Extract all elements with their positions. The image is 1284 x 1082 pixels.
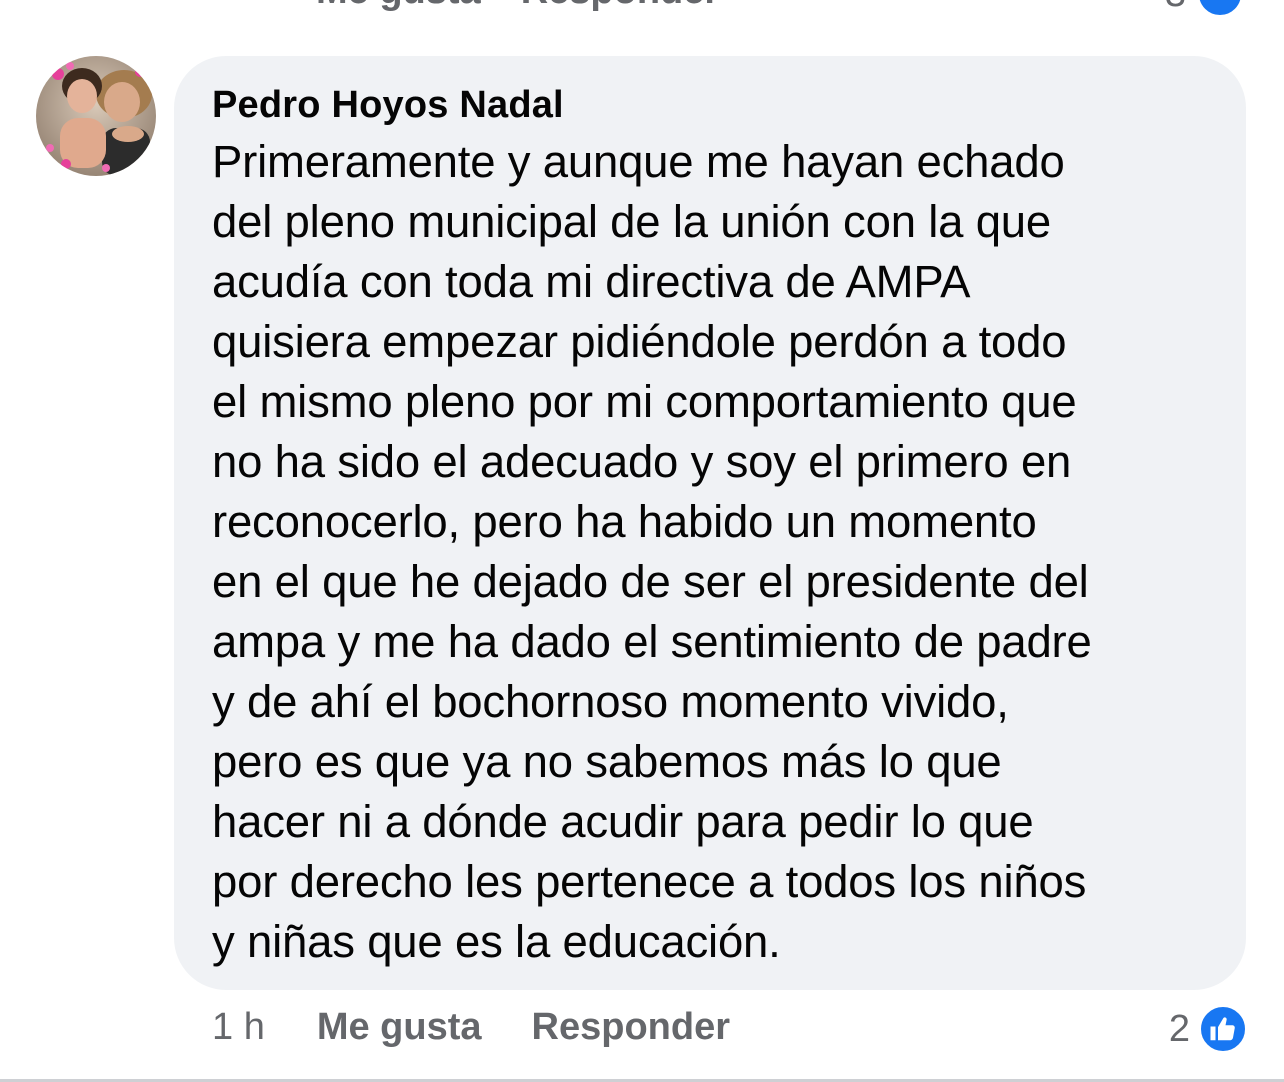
thumbs-up-icon	[1198, 1004, 1248, 1054]
previous-like-reaction-icon	[1196, 0, 1244, 18]
comment-author[interactable]: Pedro Hoyos Nadal	[212, 82, 1216, 128]
comment-thread: Me gusta Responder 3	[0, 0, 1284, 1082]
comment-text: Primeramente y aunque me hayan echado de…	[212, 136, 1092, 967]
previous-reply-button[interactable]: Responder	[521, 0, 719, 12]
previous-reaction-count: 3	[1165, 0, 1186, 16]
reply-button[interactable]: Responder	[532, 1006, 730, 1049]
previous-reaction-summary[interactable]: 3	[1165, 0, 1244, 18]
comment-bubble[interactable]: Pedro Hoyos Nadal Primeramente y aunque …	[174, 56, 1246, 990]
reaction-count: 2	[1168, 1007, 1190, 1050]
comment-actions: 1 h Me gusta Responder	[212, 1006, 730, 1049]
avatar-photo	[36, 56, 156, 176]
avatar[interactable]	[36, 56, 156, 176]
reaction-summary[interactable]: 2	[1169, 1004, 1248, 1054]
comment-timestamp[interactable]: 1 h	[212, 1006, 265, 1049]
previous-comment-actions: Me gusta Responder	[316, 0, 719, 13]
like-button[interactable]: Me gusta	[317, 1006, 482, 1049]
previous-like-button[interactable]: Me gusta	[316, 0, 481, 12]
